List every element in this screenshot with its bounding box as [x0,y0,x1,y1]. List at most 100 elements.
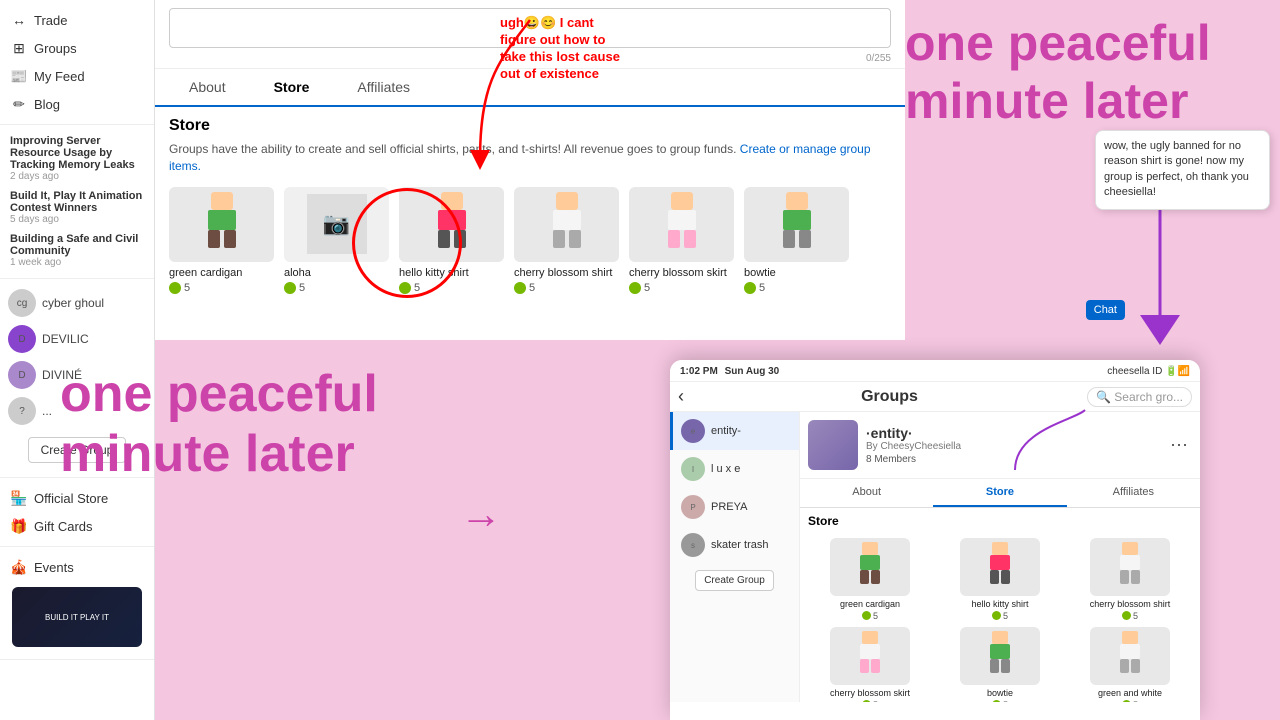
create-group-button[interactable]: Create Group [28,437,127,463]
mc-head-5 [992,631,1008,644]
mobile-group-entity[interactable]: e entity- [670,412,799,450]
mobile-thumb-4 [830,627,910,685]
item-card-2[interactable]: 📷 aloha 5 [284,187,389,294]
mobile-status-icons: cheesella ID 🔋📶 [1107,366,1190,377]
mobile-item-2[interactable]: hello kitty shirt 5 [938,538,1062,621]
mobile-tab-store[interactable]: Store [933,479,1066,507]
char-leg-r-4 [569,230,581,248]
mobile-search-box[interactable]: 🔍 Search gro... [1087,387,1192,407]
store-desc-text: Groups have the ability to create and se… [169,142,736,156]
tab-about[interactable]: About [165,69,250,107]
group-avatar-4[interactable]: ? ... [0,393,154,429]
mobile-avatar-skater: s [681,533,705,557]
mobile-item-3[interactable]: cherry blossom shirt 5 [1068,538,1192,621]
mc-leg-r-4 [871,659,880,673]
sidebar-nav-section: ↔ Trade ⊞ Groups 📰 My Feed ✏ Blog [0,0,154,125]
tab-affiliates[interactable]: Affiliates [333,69,434,107]
char-figure-1 [197,192,247,257]
mobile-main-content: ·entity· By CheesyCheesiella 8 Members ⋯… [800,412,1200,702]
mobile-robux-2 [992,611,1001,620]
item-price-2: 5 [284,282,389,294]
group-avatar-1[interactable]: cg cyber ghoul [0,285,154,321]
item-card-5[interactable]: cherry blossom skirt 5 [629,187,734,294]
trade-icon: ↔ [10,11,28,29]
mobile-back-button[interactable]: ‹ [678,386,684,407]
char-leg-l-5 [668,230,680,248]
sidebar-item-groups[interactable]: ⊞ Groups [0,34,154,62]
char-head-4 [556,192,578,210]
mc-body-3 [1120,555,1140,570]
mobile-item-price-1: 5 [862,611,878,621]
search-placeholder: Search gro... [1114,390,1183,404]
official-store-label: Official Store [34,491,108,506]
mobile-char-4 [852,631,888,681]
mobile-item-6[interactable]: green and white 5 [1068,627,1192,702]
mc-leg-r-2 [1001,570,1010,584]
description-textarea[interactable] [169,8,891,48]
avatar-1: cg [8,289,36,317]
char-head-1 [211,192,233,210]
blog-title-3: Building a Safe and Civil Community [10,233,144,257]
item-card-3[interactable]: hello kitty shirt 5 [399,187,504,294]
sidebar-item-trade[interactable]: ↔ Trade [0,6,154,34]
gift-cards-label: Gift Cards [34,519,93,534]
blog-post-1[interactable]: Improving Server Resource Usage by Track… [0,131,154,186]
mobile-id: cheesella ID [1107,366,1162,377]
mobile-tab-about[interactable]: About [800,479,933,507]
textarea-row: 0/255 [155,0,905,69]
sidebar-label-blog: Blog [34,97,60,112]
mobile-create-group-button[interactable]: Create Group [695,570,774,591]
mobile-char-5 [982,631,1018,681]
blog-date-1: 2 days ago [10,171,144,182]
sidebar-item-events[interactable]: 🎪 Events [0,553,154,581]
item-card-1[interactable]: green cardigan 5 [169,187,274,294]
sidebar-label-myfeed: My Feed [34,69,85,84]
sidebar-item-gift-cards[interactable]: 🎁 Gift Cards [0,512,154,540]
mobile-price-val-4: 5 [873,700,878,702]
item-card-4[interactable]: cherry blossom shirt 5 [514,187,619,294]
mobile-item-1[interactable]: green cardigan 5 [808,538,932,621]
avatar-3: D [8,361,36,389]
mobile-char-1 [852,542,888,592]
entity-by: By CheesyCheesiella [866,441,1158,452]
mobile-group-name-2: l u x e [711,463,740,475]
group-avatar-3[interactable]: D DIVINÉ [0,357,154,393]
mobile-group-preya[interactable]: P PREYA [670,488,799,526]
item-thumb-3 [399,187,504,262]
avatar-name-2: DEVILIC [42,332,89,346]
blog-title-1: Improving Server Resource Usage by Track… [10,135,144,171]
item-card-6[interactable]: bowtie 5 [744,187,849,294]
mobile-item-4[interactable]: cherry blossom skirt 5 [808,627,932,702]
blog-icon: ✏ [10,95,28,113]
char-body-6 [783,210,811,230]
mc-leg-l-2 [990,570,999,584]
mobile-thumb-5 [960,627,1040,685]
mobile-item-name-5: bowtie [987,688,1013,699]
sidebar-item-official-store[interactable]: 🏪 Official Store [0,484,154,512]
mobile-item-name-6: green and white [1098,688,1162,699]
item-price-5: 5 [629,282,734,294]
group-avatar-2[interactable]: D DEVILIC [0,321,154,357]
events-banner[interactable]: BUILD IT PLAY IT [12,587,142,647]
blog-post-3[interactable]: Building a Safe and Civil Community 1 we… [0,229,154,272]
mobile-thumb-1 [830,538,910,596]
sidebar-item-blog[interactable]: ✏ Blog [0,90,154,118]
three-dots-button[interactable]: ⋯ [1166,431,1192,460]
item-price-value-6: 5 [759,282,765,294]
mobile-thumb-3 [1090,538,1170,596]
char-body-5 [668,210,696,230]
sidebar-item-myfeed[interactable]: 📰 My Feed [0,62,154,90]
mobile-tab-affiliates[interactable]: Affiliates [1067,479,1200,507]
events-label: Events [34,560,74,575]
mobile-group-skater[interactable]: s skater trash [670,526,799,564]
gift-icon: 🎁 [10,517,28,535]
tab-store[interactable]: Store [250,69,334,107]
mobile-item-5[interactable]: bowtie 5 [938,627,1062,702]
mobile-group-luxe[interactable]: l l u x e [670,450,799,488]
mobile-robux-1 [862,611,871,620]
mobile-char-6 [1112,631,1148,681]
chat-button[interactable]: Chat [1086,300,1125,320]
blog-post-2[interactable]: Build It, Play It Animation Contest Winn… [0,186,154,229]
store-title: Store [169,117,891,135]
mobile-tabs: About Store Affiliates [800,479,1200,508]
